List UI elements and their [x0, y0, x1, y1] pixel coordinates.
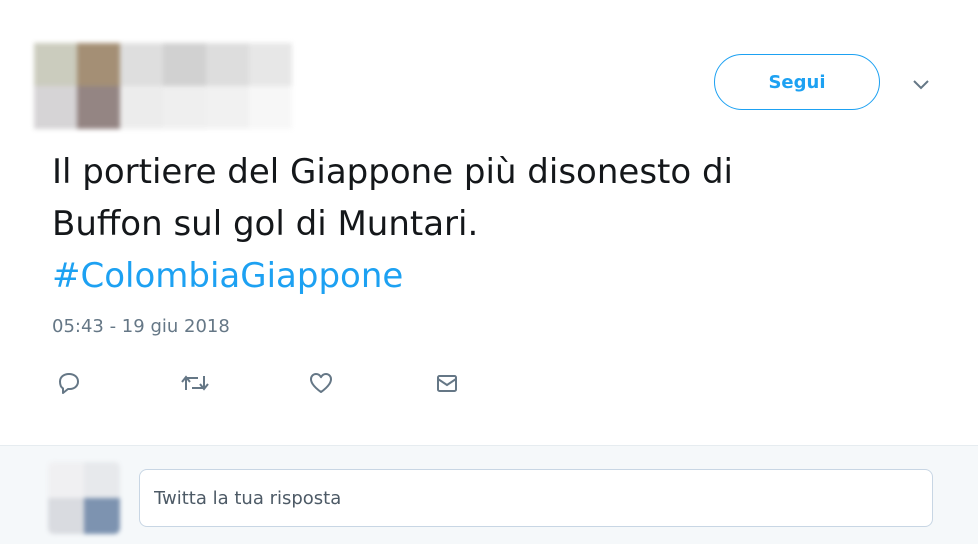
- blurred-user-avatar-and-name[interactable]: [34, 43, 296, 129]
- direct-message-button[interactable]: [430, 366, 464, 400]
- hashtag-link[interactable]: #ColombiaGiappone: [52, 250, 932, 302]
- current-user-avatar: [48, 462, 120, 534]
- tweet-text-line: Buffon sul gol di Muntari.: [52, 204, 479, 244]
- chevron-down-icon: [913, 80, 929, 90]
- retweet-icon: [181, 375, 209, 391]
- follow-button[interactable]: Segui: [714, 54, 880, 110]
- like-button[interactable]: [304, 366, 338, 400]
- more-options-button[interactable]: [908, 72, 934, 98]
- tweet-text: Il portiere del Giappone più disonesto d…: [52, 146, 932, 302]
- heart-icon: [310, 373, 332, 393]
- tweet-timestamp[interactable]: 05:43 - 19 giu 2018: [52, 316, 230, 337]
- reply-input[interactable]: [139, 469, 933, 527]
- tweet-card: Segui Il portiere del Giappone più dison…: [0, 0, 978, 445]
- envelope-icon: [437, 375, 457, 392]
- tweet-text-line: Il portiere del Giappone più disonesto d…: [52, 152, 733, 192]
- retweet-button[interactable]: [178, 366, 212, 400]
- reply-button[interactable]: [52, 366, 86, 400]
- reply-icon: [59, 373, 79, 394]
